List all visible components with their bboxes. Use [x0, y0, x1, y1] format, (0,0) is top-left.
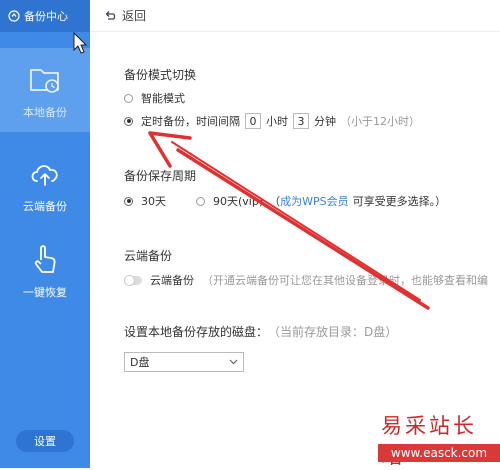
back-button[interactable]: 返回 — [122, 7, 146, 24]
timed-backup-radio[interactable] — [124, 116, 133, 126]
smart-mode-option[interactable]: 智能模式 — [124, 90, 185, 106]
interval-hint: （小于12小时） — [340, 115, 420, 128]
sidebar: 备份中心 本地备份 云端备份 一键恢复 设置 — [0, 0, 90, 468]
timed-backup-option[interactable]: 定时备份，时间间隔 0 小时 3 分钟 （小于12小时） — [124, 113, 420, 129]
settings-button[interactable]: 设置 — [16, 430, 74, 452]
cloud-backup-toggle[interactable] — [124, 274, 142, 286]
retention-30-radio[interactable] — [124, 196, 133, 206]
retention-90-label: 90天(vip) — [213, 195, 264, 208]
disk-select[interactable]: D盘 — [124, 352, 244, 372]
retention-note-rest: 可享受更多选择。） — [352, 195, 447, 208]
retention-90-radio[interactable] — [196, 196, 205, 206]
folder-clock-icon — [30, 69, 59, 93]
chevron-down-icon — [229, 359, 238, 365]
retention-30-label: 30天 — [141, 195, 166, 208]
retention-note-open: （ — [269, 195, 281, 208]
disk-current-dir: （当前存放目录：D盘） — [268, 325, 398, 339]
retention-title: 备份保存周期 — [124, 169, 197, 183]
sidebar-item-label: 本地备份 — [23, 106, 67, 119]
cloud-backup-toggle-label: 云端备份 — [150, 274, 194, 287]
back-arrow-icon[interactable] — [104, 10, 116, 22]
backup-mode-title: 备份模式切换 — [124, 68, 197, 82]
timed-backup-label: 定时备份，时间间隔 — [141, 115, 240, 128]
disk-select-value: D盘 — [130, 356, 150, 369]
sidebar-header-label: 备份中心 — [24, 10, 68, 23]
sidebar-item-local-backup[interactable]: 本地备份 — [0, 48, 90, 132]
cloud-backup-title: 云端备份 — [124, 249, 173, 263]
sidebar-header[interactable]: 备份中心 — [0, 0, 90, 32]
hours-unit: 小时 — [266, 115, 288, 128]
sidebar-item-one-click-restore[interactable]: 一键恢复 — [0, 228, 90, 312]
disk-setting-row: 设置本地备份存放的磁盘： （当前存放目录：D盘） — [124, 323, 397, 340]
sidebar-item-cloud-backup[interactable]: 云端备份 — [0, 142, 90, 226]
backup-center-icon — [8, 10, 20, 22]
watermark-url: www.easck.com — [378, 444, 500, 462]
sidebar-item-label: 一键恢复 — [23, 286, 67, 299]
hand-tap-icon — [34, 245, 56, 273]
retention-options: 30天 90天(vip) （ 成为WPS会员 可享受更多选择。） — [124, 193, 446, 209]
sidebar-item-label: 云端备份 — [23, 200, 67, 213]
minutes-unit: 分钟 — [314, 115, 336, 128]
cloud-upload-icon — [31, 165, 58, 186]
hours-input[interactable]: 0 — [245, 113, 261, 129]
cloud-backup-row: 云端备份 （开通云端备份可让您在其他设备登录时，也能够查看和编 — [124, 272, 488, 288]
disk-setting-title: 设置本地备份存放的磁盘： — [124, 325, 269, 339]
smart-mode-radio[interactable] — [124, 93, 133, 103]
topbar: 返回 — [90, 0, 500, 32]
cloud-backup-desc: （开通云端备份可让您在其他设备登录时，也能够查看和编 — [202, 274, 488, 287]
become-member-link[interactable]: 成为WPS会员 — [280, 193, 349, 209]
main-panel: 返回 备份模式切换 智能模式 定时备份，时间间隔 0 小时 3 分钟 （小于12… — [90, 0, 500, 468]
smart-mode-label: 智能模式 — [141, 92, 185, 105]
minutes-input[interactable]: 3 — [293, 113, 309, 129]
